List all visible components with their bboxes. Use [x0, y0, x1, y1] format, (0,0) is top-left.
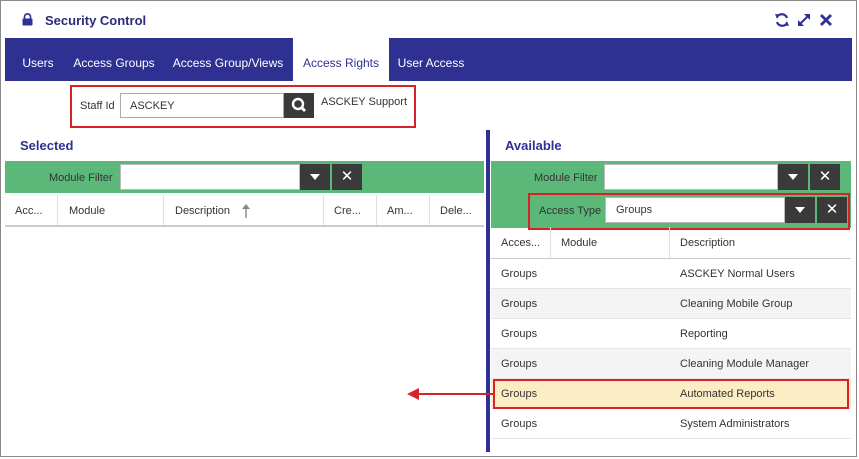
security-control-window: Security Control Users Access Groups Acc…: [0, 0, 857, 457]
drag-arrow-line: [419, 393, 494, 395]
panel-divider: [486, 130, 490, 452]
selected-title: Selected: [20, 138, 74, 153]
selected-col-description-label: Description: [175, 205, 231, 217]
selected-col-delete[interactable]: Dele...: [430, 195, 484, 227]
available-col-description[interactable]: Description: [670, 227, 851, 259]
staff-annotation-box: [70, 85, 416, 128]
tab-access-group-views[interactable]: Access Group/Views: [167, 38, 289, 81]
tab-access-rights[interactable]: Access Rights: [293, 38, 389, 81]
refresh-icon[interactable]: [774, 12, 790, 28]
available-module-filter-label: Module Filter: [534, 172, 598, 184]
tab-user-access[interactable]: User Access: [393, 38, 469, 81]
table-row[interactable]: Groups Reporting: [491, 319, 851, 349]
selected-col-access[interactable]: Acc...: [5, 195, 58, 227]
table-row[interactable]: Groups System Administrators: [491, 409, 851, 439]
selected-module-filter-input[interactable]: [120, 164, 300, 190]
tab-users[interactable]: Users: [13, 38, 63, 81]
lock-icon: [22, 13, 33, 26]
row-access: Groups: [501, 268, 538, 280]
selected-col-module[interactable]: Module: [58, 195, 164, 227]
available-module-filter-dropdown[interactable]: [778, 164, 808, 190]
table-row[interactable]: Groups ASCKEY Normal Users: [491, 259, 851, 289]
selected-col-create[interactable]: Cre...: [324, 195, 377, 227]
row-access: Groups: [501, 418, 538, 430]
window-title: Security Control: [45, 13, 147, 28]
table-row[interactable]: Groups Cleaning Module Manager: [491, 349, 851, 379]
selected-module-filter-dropdown[interactable]: [300, 164, 330, 190]
close-icon[interactable]: [818, 12, 834, 28]
sort-up-icon: [242, 204, 250, 218]
tab-access-groups[interactable]: Access Groups: [67, 38, 161, 81]
row-access: Groups: [501, 298, 538, 310]
selected-col-amend[interactable]: Am...: [377, 195, 430, 227]
title-bar: Security Control: [1, 1, 856, 38]
row-description: Reporting: [680, 328, 728, 340]
tab-bar: Users Access Groups Access Group/Views A…: [5, 38, 852, 81]
row-description: ASCKEY Normal Users: [680, 268, 795, 280]
row-description: Cleaning Module Manager: [680, 358, 810, 370]
row-description: Cleaning Mobile Group: [680, 298, 793, 310]
drag-arrow-icon: [407, 388, 419, 400]
available-module-filter-clear[interactable]: ✕: [810, 164, 840, 190]
access-type-annotation-box: [528, 193, 850, 230]
row-access: Groups: [501, 358, 538, 370]
available-module-filter-input[interactable]: [604, 164, 778, 190]
selected-header-divider: [5, 225, 484, 227]
table-row[interactable]: Groups Cleaning Mobile Group: [491, 289, 851, 319]
selected-module-filter-clear[interactable]: ✕: [332, 164, 362, 190]
available-title: Available: [505, 138, 562, 153]
row-access: Groups: [501, 328, 538, 340]
available-col-access[interactable]: Acces...: [491, 227, 551, 259]
row-annotation-box: [493, 379, 849, 409]
expand-icon[interactable]: [796, 12, 812, 28]
available-col-module[interactable]: Module: [551, 227, 670, 259]
selected-module-filter-label: Module Filter: [49, 172, 113, 184]
row-description: System Administrators: [680, 418, 790, 430]
selected-col-description[interactable]: Description: [164, 195, 324, 227]
